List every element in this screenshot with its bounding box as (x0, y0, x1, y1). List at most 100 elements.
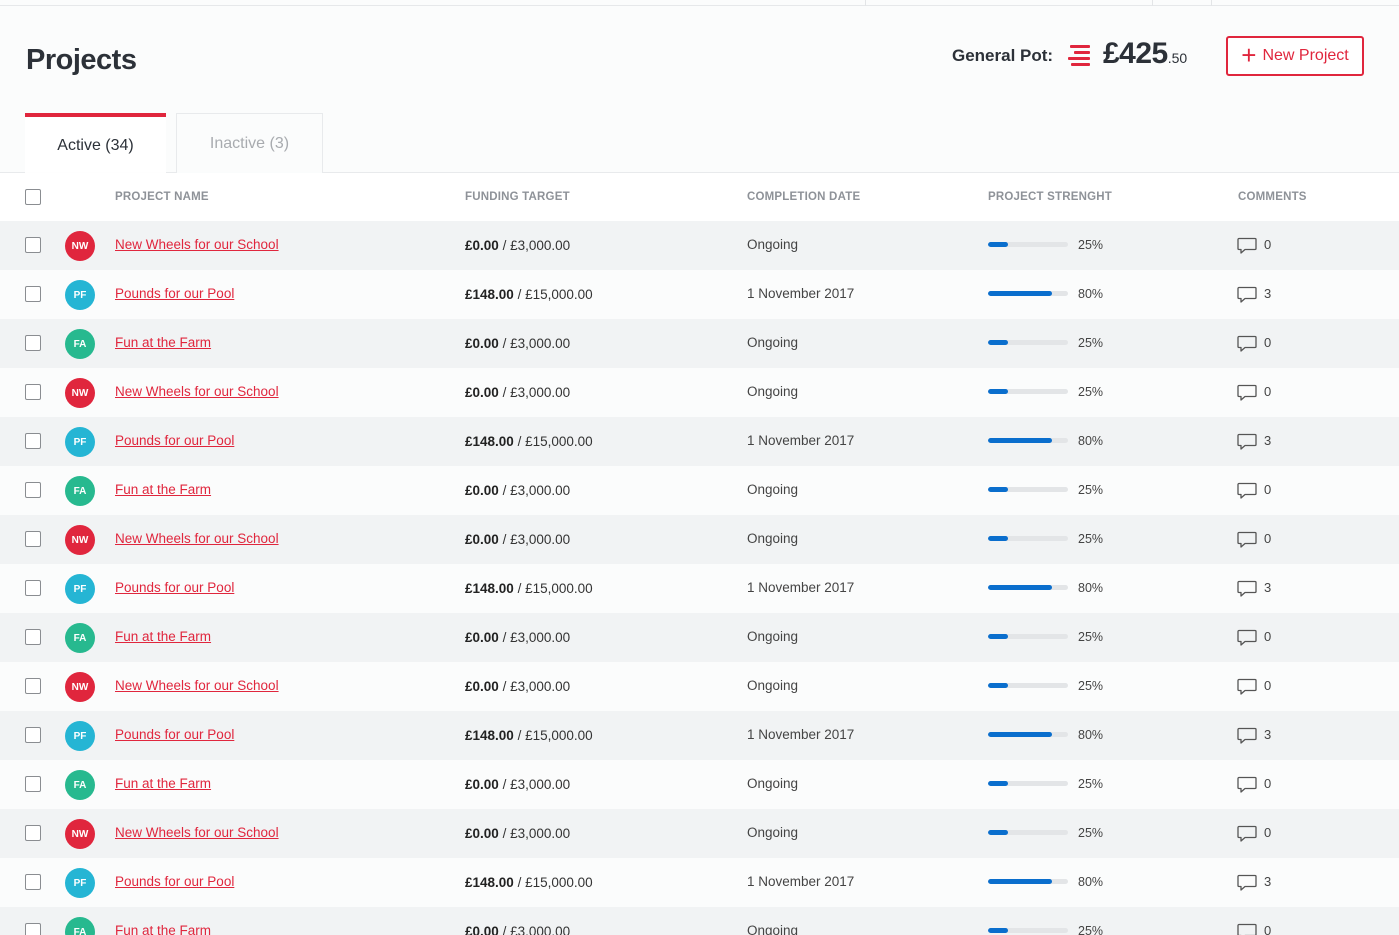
strength-bar (988, 389, 1068, 394)
row-checkbox[interactable] (25, 825, 41, 841)
project-name-link[interactable]: Fun at the Farm (115, 482, 211, 497)
plus-icon: + (1241, 39, 1257, 70)
row-checkbox[interactable] (25, 580, 41, 596)
project-name-link[interactable]: New Wheels for our School (115, 531, 279, 546)
top-bar-divider (865, 0, 866, 6)
funding-raised: £148.00 (465, 581, 514, 596)
comment-bubble-icon[interactable] (1237, 629, 1257, 647)
strength-bar (988, 732, 1068, 737)
project-name-link[interactable]: Pounds for our Pool (115, 874, 234, 889)
project-avatar: FA (65, 329, 95, 359)
comment-bubble-icon[interactable] (1237, 923, 1257, 935)
comment-bubble-icon[interactable] (1237, 825, 1257, 843)
strength-percent: 25% (1078, 336, 1104, 350)
row-checkbox[interactable] (25, 482, 41, 498)
project-name-link[interactable]: Fun at the Farm (115, 629, 211, 644)
project-name-link[interactable]: Fun at the Farm (115, 776, 211, 791)
row-checkbox[interactable] (25, 678, 41, 694)
project-name-link[interactable]: New Wheels for our School (115, 825, 279, 840)
comment-bubble-icon[interactable] (1237, 286, 1257, 304)
new-project-button[interactable]: + New Project (1226, 36, 1364, 76)
row-checkbox[interactable] (25, 874, 41, 890)
project-name-link[interactable]: Pounds for our Pool (115, 580, 234, 595)
pot-amount-cents: .50 (1167, 50, 1188, 66)
strength-bar-fill (988, 928, 1008, 933)
new-project-label: New Project (1262, 47, 1349, 64)
row-checkbox[interactable] (25, 286, 41, 302)
strength-bar-fill (988, 389, 1008, 394)
comment-bubble-icon[interactable] (1237, 384, 1257, 402)
funding-raised: £0.00 (465, 826, 499, 841)
project-name-link[interactable]: New Wheels for our School (115, 384, 279, 399)
tab-bar: Active (34) Inactive (3) (0, 113, 1399, 174)
project-avatar: PF (65, 721, 95, 751)
strength-percent: 80% (1078, 875, 1104, 889)
strength-bar (988, 585, 1068, 590)
row-checkbox[interactable] (25, 384, 41, 400)
project-name-link[interactable]: New Wheels for our School (115, 678, 279, 693)
project-name-link[interactable]: Pounds for our Pool (115, 433, 234, 448)
funding-goal: / £3,000.00 (502, 532, 571, 547)
funding-goal: / £15,000.00 (517, 434, 593, 449)
tab-inactive[interactable]: Inactive (3) (176, 113, 323, 173)
row-checkbox[interactable] (25, 727, 41, 743)
strength-bar-fill (988, 242, 1008, 247)
project-avatar: PF (65, 868, 95, 898)
pot-amount-pounds: £425 (1103, 37, 1168, 70)
funding-goal: / £3,000.00 (502, 385, 571, 400)
funding-goal: / £15,000.00 (517, 287, 593, 302)
funding-raised: £0.00 (465, 483, 499, 498)
funding-raised: £0.00 (465, 238, 499, 253)
row-checkbox[interactable] (25, 629, 41, 645)
row-checkbox[interactable] (25, 923, 41, 935)
comment-bubble-icon[interactable] (1237, 678, 1257, 696)
select-all-checkbox[interactable] (25, 189, 41, 205)
comment-bubble-icon[interactable] (1237, 482, 1257, 500)
column-header-funding-target[interactable]: FUNDING TARGET (465, 191, 570, 203)
funding-raised: £0.00 (465, 385, 499, 400)
column-header-comments[interactable]: COMMENTS (1238, 191, 1307, 203)
comment-bubble-icon[interactable] (1237, 776, 1257, 794)
row-checkbox[interactable] (25, 237, 41, 253)
comment-bubble-icon[interactable] (1237, 433, 1257, 451)
funding-goal: / £3,000.00 (502, 826, 571, 841)
project-name-link[interactable]: Pounds for our Pool (115, 286, 234, 301)
comment-bubble-icon[interactable] (1237, 335, 1257, 353)
project-name-link[interactable]: New Wheels for our School (115, 237, 279, 252)
comment-count: 0 (1264, 335, 1272, 350)
project-avatar: FA (65, 917, 95, 935)
comment-count: 0 (1264, 482, 1272, 497)
project-name-link[interactable]: Fun at the Farm (115, 923, 211, 935)
comment-bubble-icon[interactable] (1237, 237, 1257, 255)
completion-date: 1 November 2017 (747, 580, 855, 595)
funding-goal: / £3,000.00 (502, 679, 571, 694)
comment-bubble-icon[interactable] (1237, 531, 1257, 549)
row-checkbox[interactable] (25, 776, 41, 792)
table-row: NW New Wheels for our School £0.00 / £3,00… (0, 368, 1399, 417)
column-header-project-name[interactable]: PROJECT NAME (115, 191, 209, 203)
strength-bar (988, 536, 1068, 541)
row-checkbox[interactable] (25, 433, 41, 449)
strength-bar-fill (988, 830, 1008, 835)
funding-target: £148.00 / £15,000.00 (465, 287, 593, 302)
comment-bubble-icon[interactable] (1237, 727, 1257, 745)
completion-date: Ongoing (747, 825, 799, 840)
column-header-project-strength[interactable]: PROJECT STRENGHT (988, 191, 1112, 203)
row-checkbox[interactable] (25, 335, 41, 351)
project-name-link[interactable]: Pounds for our Pool (115, 727, 234, 742)
comment-bubble-icon[interactable] (1237, 874, 1257, 892)
comment-count: 0 (1264, 237, 1272, 252)
comment-bubble-icon[interactable] (1237, 580, 1257, 598)
strength-bar-fill (988, 487, 1008, 492)
general-pot-amount: £425.50 (1103, 37, 1187, 71)
project-name-link[interactable]: Fun at the Farm (115, 335, 211, 350)
funding-target: £0.00 / £3,000.00 (465, 679, 570, 694)
tab-active[interactable]: Active (34) (25, 113, 166, 174)
column-header-completion-date[interactable]: COMPLETION DATE (747, 191, 860, 203)
strength-bar (988, 242, 1068, 247)
funding-goal: / £3,000.00 (502, 238, 571, 253)
comment-count: 3 (1264, 874, 1272, 889)
strength-bar-fill (988, 585, 1052, 590)
comment-count: 0 (1264, 531, 1272, 546)
row-checkbox[interactable] (25, 531, 41, 547)
